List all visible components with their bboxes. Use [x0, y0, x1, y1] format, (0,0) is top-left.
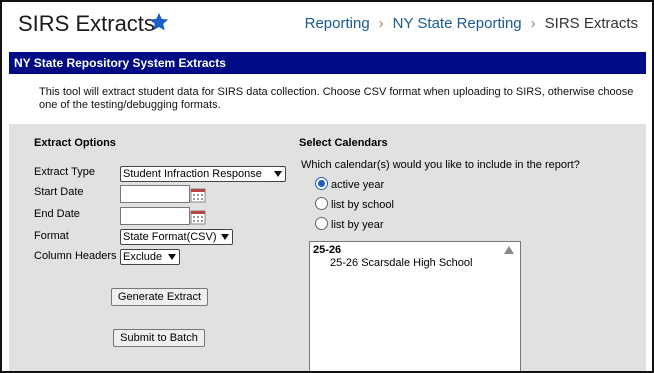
chevron-down-icon [168, 254, 176, 260]
format-label: Format [34, 230, 69, 242]
calendar-group-label: 25-26 [313, 244, 342, 256]
tool-description: This tool will extract student data for … [9, 74, 646, 124]
breadcrumb-current: SIRS Extracts [544, 15, 638, 32]
format-select[interactable]: State Format(CSV) [120, 229, 233, 245]
start-date-label: Start Date [34, 186, 84, 198]
end-date-input[interactable] [120, 207, 190, 225]
extract-options-heading: Extract Options [34, 137, 116, 149]
page-header: SIRS Extracts Reporting › NY State Repor… [2, 2, 652, 49]
list-item[interactable]: 25-26 Scarsdale High School [330, 257, 472, 269]
radio-list-by-year[interactable] [315, 217, 328, 230]
breadcrumb-ny-state-reporting[interactable]: NY State Reporting [393, 15, 522, 32]
calendar-question: Which calendar(s) would you like to incl… [301, 159, 580, 171]
format-value: State Format(CSV) [123, 231, 217, 243]
section-title-bar: NY State Repository System Extracts [9, 52, 646, 74]
radio-label-list-by-school: list by school [331, 199, 394, 211]
chevron-right-icon: › [530, 15, 536, 32]
favorite-star-icon[interactable] [148, 11, 170, 33]
extract-type-value: Student Infraction Response [123, 168, 262, 180]
chevron-down-icon [221, 234, 229, 240]
submit-to-batch-button[interactable]: Submit to Batch [113, 329, 205, 347]
extract-type-label: Extract Type [34, 166, 95, 178]
start-date-input[interactable] [120, 185, 190, 203]
app-frame: SIRS Extracts Reporting › NY State Repor… [0, 0, 654, 373]
radio-list-by-school[interactable] [315, 197, 328, 210]
scroll-up-arrow-icon[interactable] [504, 246, 514, 254]
column-headers-value: Exclude [123, 251, 163, 263]
chevron-down-icon [274, 171, 282, 177]
calendar-icon[interactable] [190, 187, 206, 203]
select-calendars-heading: Select Calendars [299, 137, 388, 149]
breadcrumb: Reporting › NY State Reporting › SIRS Ex… [305, 15, 638, 32]
chevron-right-icon: › [378, 15, 384, 32]
end-date-label: End Date [34, 208, 80, 220]
page-title: SIRS Extracts [18, 11, 155, 36]
radio-active-year[interactable] [315, 177, 328, 190]
breadcrumb-reporting[interactable]: Reporting [305, 15, 370, 32]
column-headers-select[interactable]: Exclude [120, 249, 180, 265]
generate-extract-button[interactable]: Generate Extract [111, 288, 208, 306]
calendar-icon[interactable] [190, 209, 206, 225]
calendar-listbox[interactable]: 25-26 25-26 Scarsdale High School [309, 241, 521, 371]
extract-type-select[interactable]: Student Infraction Response [120, 166, 286, 182]
column-headers-label: Column Headers [34, 250, 117, 262]
radio-label-active-year: active year [331, 179, 385, 191]
extract-panel: Extract Options Extract Type Student Inf… [9, 124, 646, 371]
radio-label-list-by-year: list by year [331, 219, 384, 231]
